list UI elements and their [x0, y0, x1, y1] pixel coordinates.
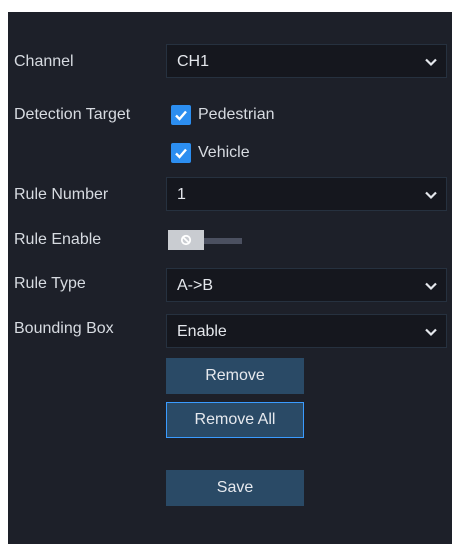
- rule-number-label: Rule Number: [14, 186, 109, 203]
- chevron-down-icon: [425, 282, 437, 291]
- toggle-knob: [168, 230, 204, 250]
- chevron-down-icon: [425, 191, 437, 200]
- detection-target-label: Detection Target: [14, 106, 131, 123]
- rule-type-label: Rule Type: [14, 275, 86, 292]
- remove-all-button[interactable]: Remove All: [166, 402, 304, 438]
- rule-number-value: 1: [177, 186, 186, 203]
- toggle-track: [198, 238, 242, 244]
- settings-panel: Channel CH1 Detection Target Pedestrian …: [8, 12, 452, 544]
- channel-select[interactable]: CH1: [166, 44, 447, 78]
- remove-button[interactable]: Remove: [166, 358, 304, 394]
- channel-label: Channel: [14, 53, 74, 70]
- bounding-box-value: Enable: [177, 323, 227, 340]
- chevron-down-icon: [425, 328, 437, 337]
- bounding-box-select[interactable]: Enable: [166, 314, 447, 348]
- checkmark-icon: [171, 105, 191, 125]
- pedestrian-label: Pedestrian: [198, 106, 275, 123]
- vehicle-checkbox[interactable]: Vehicle: [171, 142, 250, 164]
- rule-type-value: A->B: [177, 277, 214, 294]
- vehicle-label: Vehicle: [198, 144, 250, 161]
- checkmark-icon: [171, 143, 191, 163]
- bounding-box-label: Bounding Box: [14, 320, 114, 337]
- save-button[interactable]: Save: [166, 470, 304, 506]
- rule-enable-label: Rule Enable: [14, 231, 102, 248]
- pedestrian-checkbox[interactable]: Pedestrian: [171, 104, 275, 126]
- rule-number-select[interactable]: 1: [166, 177, 447, 211]
- chevron-down-icon: [425, 58, 437, 67]
- rule-enable-toggle[interactable]: [168, 230, 242, 250]
- rule-type-select[interactable]: A->B: [166, 268, 447, 302]
- disabled-icon: [180, 234, 192, 246]
- channel-value: CH1: [177, 53, 210, 70]
